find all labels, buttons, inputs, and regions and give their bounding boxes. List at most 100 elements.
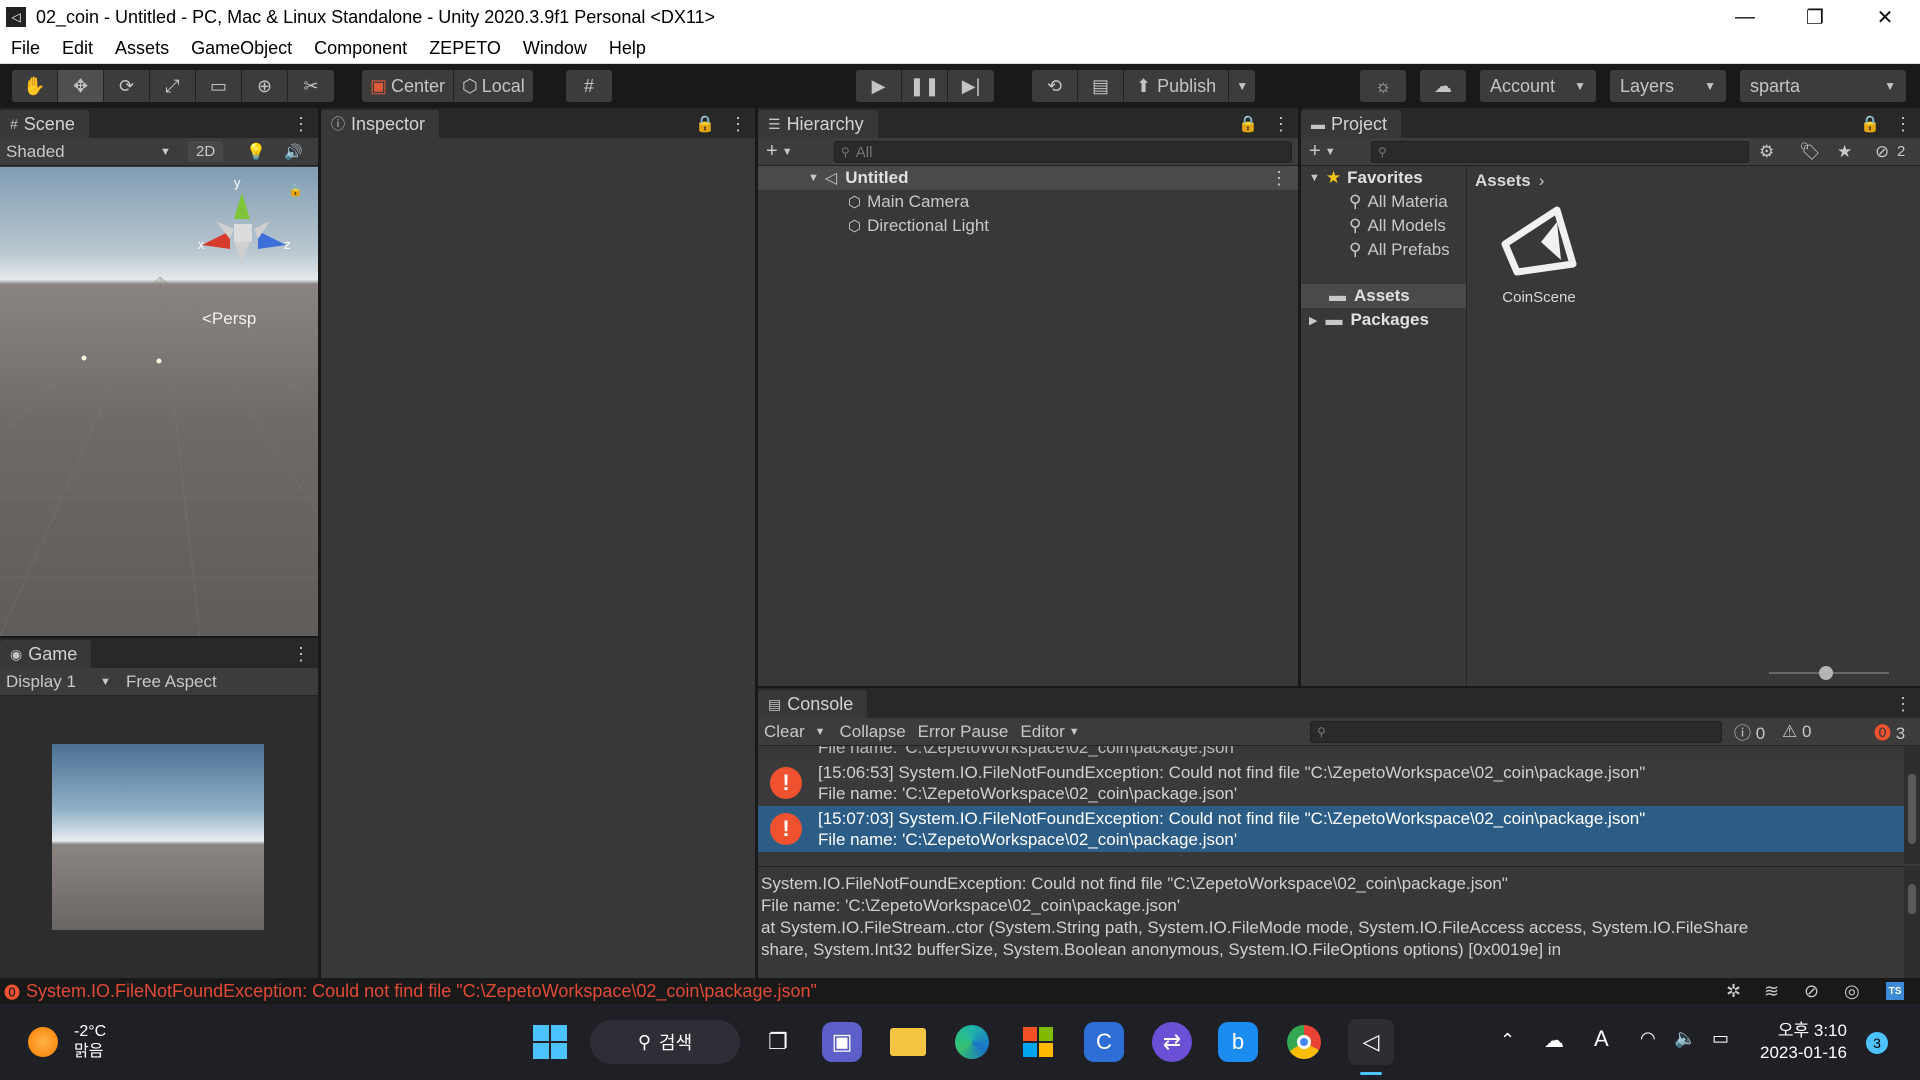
step-icon[interactable]: ▶| xyxy=(948,70,994,102)
publish-dropdown-icon[interactable]: ▼ xyxy=(1229,70,1255,102)
lighting-icon[interactable]: 💡 xyxy=(246,142,266,162)
favorites-row[interactable]: ▼ ★ Favorites xyxy=(1301,166,1466,190)
log-list-scrollbar[interactable] xyxy=(1904,746,1920,864)
more-options-icon[interactable]: ⋮ xyxy=(1894,694,1912,715)
pivot-center-button[interactable]: ▣ Center xyxy=(362,70,455,102)
autogen-lighting-icon[interactable]: ⊘ xyxy=(1804,981,1819,1002)
tab-console[interactable]: ▤ Console xyxy=(758,690,868,718)
maximize-button[interactable]: ❐ xyxy=(1780,0,1850,34)
more-options-icon[interactable]: ⋮ xyxy=(1894,114,1912,135)
chevron-up-icon[interactable]: ⌃ xyxy=(1500,1030,1515,1051)
app-icon[interactable]: ⇄ xyxy=(1152,1022,1192,1062)
menu-edit[interactable]: Edit xyxy=(51,38,104,59)
ime-icon[interactable]: A xyxy=(1594,1026,1609,1052)
typescript-icon[interactable]: TS xyxy=(1886,982,1904,1000)
project-search-input[interactable]: ⚲ xyxy=(1371,141,1749,163)
lock-icon[interactable]: 🔒 xyxy=(1238,114,1258,135)
app-icon[interactable]: b xyxy=(1218,1022,1258,1062)
close-button[interactable]: ✕ xyxy=(1850,0,1920,34)
expand-arrow-icon[interactable]: ▶ xyxy=(1309,314,1317,327)
menu-help[interactable]: Help xyxy=(598,38,657,59)
breadcrumb[interactable]: Assets xyxy=(1475,171,1531,191)
hand-tool-icon[interactable]: ✋ xyxy=(12,70,58,102)
unity-taskbar-icon[interactable]: ◁ xyxy=(1348,1019,1394,1065)
filter-by-type-icon[interactable]: ⚙ xyxy=(1759,142,1774,162)
cache-icon[interactable]: ≋ xyxy=(1764,981,1779,1002)
shading-mode-dropdown[interactable]: Shaded xyxy=(6,142,65,162)
error-toggle[interactable]: ⓿ 3 xyxy=(1874,719,1905,744)
more-options-icon[interactable]: ⋮ xyxy=(1270,168,1288,189)
account-dropdown[interactable]: Account ▼ xyxy=(1480,70,1596,102)
lock-icon[interactable]: 🔒 xyxy=(1860,114,1880,135)
expand-arrow-icon[interactable]: ▼ xyxy=(808,172,819,184)
scene-viewport[interactable]: y x z 🔒 <Persp xyxy=(0,167,318,636)
lock-icon[interactable]: 🔒 xyxy=(695,114,715,135)
rect-tool-icon[interactable]: ▭ xyxy=(196,70,242,102)
hidden-packages-icon[interactable]: ⊘ xyxy=(1875,142,1889,162)
battery-icon[interactable]: ▭ xyxy=(1712,1028,1729,1049)
perspective-label[interactable]: <Persp xyxy=(202,309,256,329)
notification-badge[interactable]: 3 xyxy=(1866,1032,1888,1054)
scale-tool-icon[interactable]: ⤢ xyxy=(150,70,196,102)
more-options-icon[interactable]: ⋮ xyxy=(1272,114,1290,135)
wifi-icon[interactable]: ◠ xyxy=(1640,1028,1656,1049)
lock-icon[interactable]: 🔒 xyxy=(288,183,303,197)
filter-by-label-icon[interactable]: 🏷 xyxy=(1799,142,1821,162)
transform-tool-icon[interactable]: ⊕ xyxy=(242,70,288,102)
task-view-icon[interactable]: ❐ xyxy=(758,1022,798,1062)
hierarchy-search-input[interactable]: ⚲ All xyxy=(834,141,1292,163)
minimize-button[interactable]: — xyxy=(1710,0,1780,34)
folder-row-packages[interactable]: ▶ ▬ Packages xyxy=(1301,308,1466,332)
tab-project[interactable]: ▬ Project xyxy=(1301,110,1402,138)
preview-device-icon[interactable]: ▤ xyxy=(1078,70,1124,102)
chrome-icon[interactable] xyxy=(1284,1022,1324,1062)
progress-icon[interactable]: ◎ xyxy=(1844,981,1860,1002)
light-gizmo[interactable] xyxy=(81,355,87,361)
add-icon[interactable]: + xyxy=(1309,140,1321,163)
volume-icon[interactable]: 🔈 xyxy=(1674,1028,1696,1049)
console-entry[interactable]: File name: 'C:\ZepetoWorkspace\02_coin\p… xyxy=(758,746,1904,760)
onedrive-icon[interactable]: ☁ xyxy=(1544,1028,1564,1053)
status-message[interactable]: System.IO.FileNotFoundException: Could n… xyxy=(26,981,817,1002)
audio-icon[interactable]: 🔊 xyxy=(284,143,303,161)
pivot-local-button[interactable]: ⬡ Local xyxy=(454,70,533,102)
more-options-icon[interactable]: ⋮ xyxy=(729,114,747,135)
start-icon[interactable] xyxy=(530,1022,570,1062)
more-options-icon[interactable]: ⋮ xyxy=(292,644,310,665)
editor-dropdown[interactable]: Editor xyxy=(1020,722,1064,742)
cloud-icon[interactable]: ☁ xyxy=(1420,70,1466,102)
refresh-icon[interactable]: ⟲ xyxy=(1032,70,1078,102)
menu-window[interactable]: Window xyxy=(512,38,598,59)
expand-arrow-icon[interactable]: ▼ xyxy=(1309,172,1320,184)
collab-icon[interactable]: ☼ xyxy=(1360,70,1406,102)
collapse-toggle[interactable]: Collapse xyxy=(840,722,906,742)
asset-tile[interactable]: CoinScene xyxy=(1489,206,1589,316)
clock[interactable]: 오후 3:10 2023-01-16 xyxy=(1760,1020,1847,1064)
menu-zepeto[interactable]: ZEPETO xyxy=(418,38,512,59)
menu-file[interactable]: File xyxy=(0,38,51,59)
clear-button[interactable]: Clear xyxy=(764,722,805,742)
display-dropdown[interactable]: Display 1 xyxy=(6,672,76,692)
menu-assets[interactable]: Assets xyxy=(104,38,180,59)
hierarchy-item-main-camera[interactable]: ⬡ Main Camera xyxy=(758,190,1298,214)
layout-dropdown[interactable]: sparta ▼ xyxy=(1740,70,1906,102)
layers-dropdown[interactable]: Layers ▼ xyxy=(1610,70,1726,102)
add-icon[interactable]: + xyxy=(766,140,778,163)
scene-row[interactable]: ▼ ◁ Untitled ⋮ xyxy=(758,166,1298,190)
grid-snap-icon[interactable]: # xyxy=(566,70,612,102)
store-icon[interactable] xyxy=(1018,1022,1058,1062)
chat-icon[interactable]: ▣ xyxy=(822,1022,862,1062)
console-search-input[interactable]: ⚲ xyxy=(1310,721,1722,743)
log-toggle[interactable]: ⓘ 0 xyxy=(1734,719,1765,744)
menu-component[interactable]: Component xyxy=(303,38,418,59)
camera-gizmo[interactable] xyxy=(156,358,162,364)
error-pause-toggle[interactable]: Error Pause xyxy=(918,722,1009,742)
play-icon[interactable]: ▶ xyxy=(856,70,902,102)
hierarchy-item-directional-light[interactable]: ⬡ Directional Light xyxy=(758,214,1298,238)
favorite-item[interactable]: ⚲ All Prefabs xyxy=(1301,238,1466,262)
tab-game[interactable]: ◉ Game xyxy=(0,640,92,668)
aspect-dropdown[interactable]: Free Aspect xyxy=(126,672,217,692)
app-icon[interactable]: C xyxy=(1084,1022,1124,1062)
warning-toggle[interactable]: ⚠ 0 xyxy=(1782,722,1811,742)
rotate-tool-icon[interactable]: ⟳ xyxy=(104,70,150,102)
